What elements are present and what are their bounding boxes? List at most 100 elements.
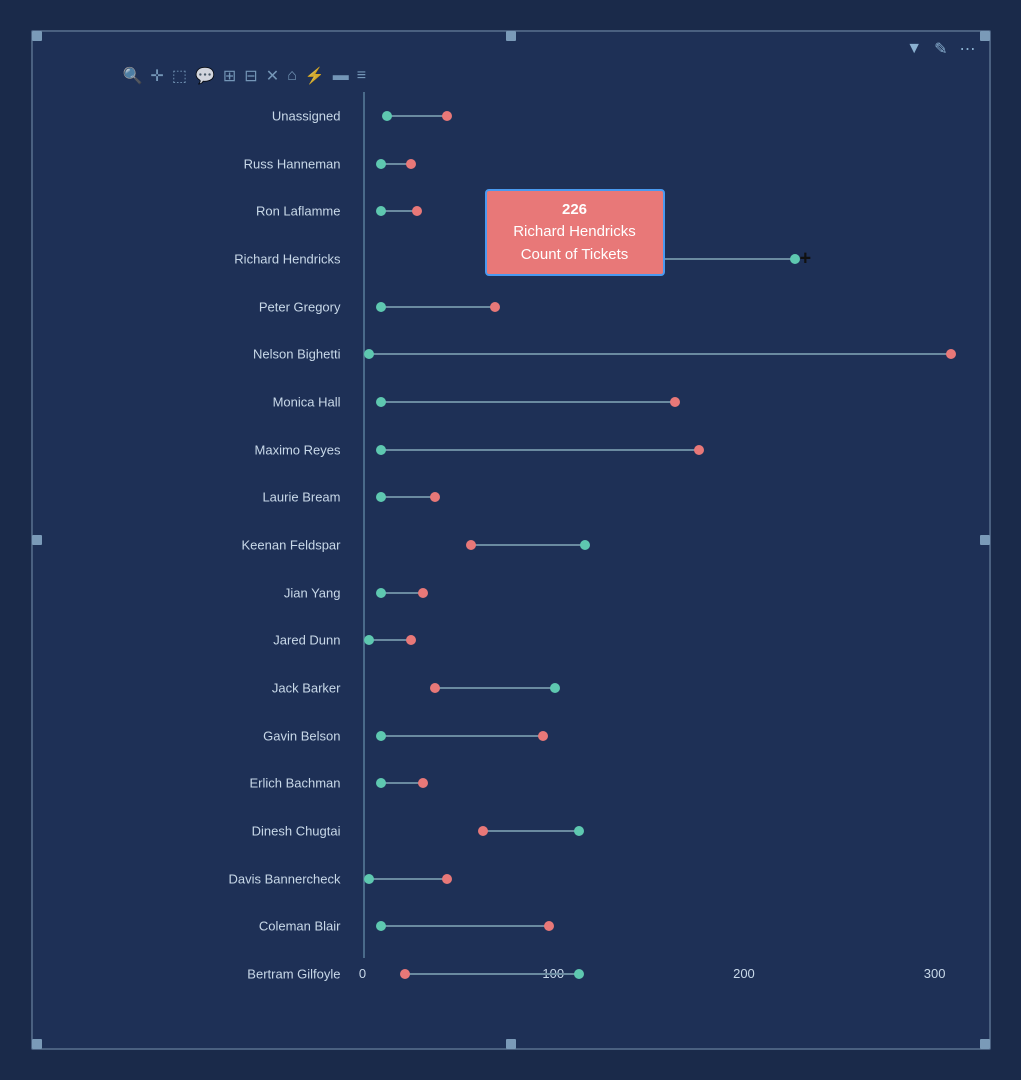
- dumbbell-line: [381, 782, 423, 784]
- dot-right: [550, 683, 560, 693]
- chart-area: 0100200300UnassignedRuss HannemanRon Laf…: [53, 92, 969, 998]
- y-label-9: Keenan Feldspar: [53, 538, 353, 553]
- dumbbell-line: [369, 353, 951, 355]
- chart-container: ▼ ✎ ⋯ 🔍 ✛ ⬚ 💬 ⊞ ⊟ ✕ ⌂ ⚡ ▬ ≡ 0100200300Un…: [31, 30, 991, 1050]
- dumbbell-line: [381, 735, 543, 737]
- home-icon[interactable]: ⌂: [287, 67, 297, 85]
- handle-tm[interactable]: [506, 31, 516, 41]
- y-label-7: Maximo Reyes: [53, 442, 353, 457]
- zoom-icon[interactable]: 🔍: [123, 66, 143, 86]
- dot-right: [418, 778, 428, 788]
- dumbbell-line: [435, 687, 555, 689]
- x-tick: 200: [733, 966, 755, 981]
- dot-right: [670, 397, 680, 407]
- zoom-in-icon[interactable]: ⊞: [223, 66, 236, 86]
- handle-br[interactable]: [980, 1039, 990, 1049]
- pan-icon[interactable]: ▬: [333, 67, 349, 85]
- more-button[interactable]: ⋯: [955, 36, 981, 62]
- x-tick: 0: [359, 966, 366, 981]
- dot-left: [376, 921, 386, 931]
- tooltip-value: 226: [562, 201, 587, 218]
- dot-left: [364, 349, 374, 359]
- handle-bm[interactable]: [506, 1039, 516, 1049]
- y-label-5: Nelson Bighetti: [53, 347, 353, 362]
- top-toolbar: ▼ ✎ ⋯: [893, 32, 988, 66]
- x-axis: 0100200300: [363, 958, 959, 998]
- dot-left: [364, 635, 374, 645]
- dumbbell-line: [405, 973, 579, 975]
- y-label-1: Russ Hanneman: [53, 156, 353, 171]
- dot-right: [538, 731, 548, 741]
- dot-right: [694, 445, 704, 455]
- spike-icon[interactable]: ⚡: [305, 66, 325, 86]
- dot-right: [418, 588, 428, 598]
- dot-right: [412, 206, 422, 216]
- tooltip: 226Richard HendricksCount of Tickets: [485, 189, 665, 277]
- dot-left: [376, 159, 386, 169]
- filter-button[interactable]: ▼: [901, 37, 927, 61]
- y-label-12: Jack Barker: [53, 681, 353, 696]
- tooltip-name: Richard Hendricks: [513, 223, 636, 240]
- dot-left: [376, 445, 386, 455]
- x-tick: 300: [924, 966, 946, 981]
- y-label-3: Richard Hendricks: [53, 251, 353, 266]
- dot-right: [406, 635, 416, 645]
- y-axis-line: [363, 92, 365, 958]
- y-label-8: Laurie Bream: [53, 490, 353, 505]
- y-label-18: Bertram Gilfoyle: [53, 967, 353, 982]
- y-label-11: Jared Dunn: [53, 633, 353, 648]
- crosshair-icon[interactable]: ✛: [150, 66, 163, 86]
- zoom-out-icon[interactable]: ⊟: [244, 66, 257, 86]
- dot-right: [580, 540, 590, 550]
- dumbbell-line: [381, 401, 675, 403]
- dot-right: [442, 111, 452, 121]
- handle-mr[interactable]: [980, 535, 990, 545]
- dumbbell-line: [369, 639, 411, 641]
- edit-button[interactable]: ✎: [929, 36, 952, 62]
- y-label-0: Unassigned: [53, 108, 353, 123]
- reset-icon[interactable]: ✕: [266, 66, 279, 86]
- dot-left: [376, 778, 386, 788]
- dot-left: [382, 111, 392, 121]
- y-label-13: Gavin Belson: [53, 728, 353, 743]
- dot-right: [490, 302, 500, 312]
- crosshair-cursor: +: [800, 247, 812, 270]
- dot-right: [544, 921, 554, 931]
- dot-left: [376, 492, 386, 502]
- dot-right: [574, 969, 584, 979]
- select-rect-icon[interactable]: ⬚: [172, 66, 187, 86]
- dumbbell-line: [381, 592, 423, 594]
- dot-left: [376, 731, 386, 741]
- dot-left: [430, 683, 440, 693]
- y-label-14: Erlich Bachman: [53, 776, 353, 791]
- y-label-16: Davis Bannercheck: [53, 871, 353, 886]
- handle-tl[interactable]: [32, 31, 42, 41]
- chart-toolbar: 🔍 ✛ ⬚ 💬 ⊞ ⊟ ✕ ⌂ ⚡ ▬ ≡: [113, 60, 969, 92]
- dot-left: [376, 588, 386, 598]
- dot-left: [400, 969, 410, 979]
- dumbbell-line: [471, 544, 585, 546]
- dot-right: [946, 349, 956, 359]
- dumbbell-line: [387, 115, 447, 117]
- menu-icon[interactable]: ≡: [357, 67, 366, 85]
- dot-left: [478, 826, 488, 836]
- dumbbell-line: [369, 878, 447, 880]
- dumbbell-line: [483, 830, 579, 832]
- y-label-6: Monica Hall: [53, 394, 353, 409]
- dot-left: [376, 302, 386, 312]
- lasso-icon[interactable]: 💬: [195, 66, 215, 86]
- y-label-2: Ron Laflamme: [53, 204, 353, 219]
- dot-right: [574, 826, 584, 836]
- dumbbell-line: [381, 925, 549, 927]
- dot-right: [442, 874, 452, 884]
- dot-left: [364, 874, 374, 884]
- dumbbell-line: [381, 496, 435, 498]
- handle-bl[interactable]: [32, 1039, 42, 1049]
- y-label-17: Coleman Blair: [53, 919, 353, 934]
- dot-left: [376, 397, 386, 407]
- dumbbell-line: [381, 449, 699, 451]
- dot-right: [430, 492, 440, 502]
- dot-right: [406, 159, 416, 169]
- handle-ml[interactable]: [32, 535, 42, 545]
- dot-left: [376, 206, 386, 216]
